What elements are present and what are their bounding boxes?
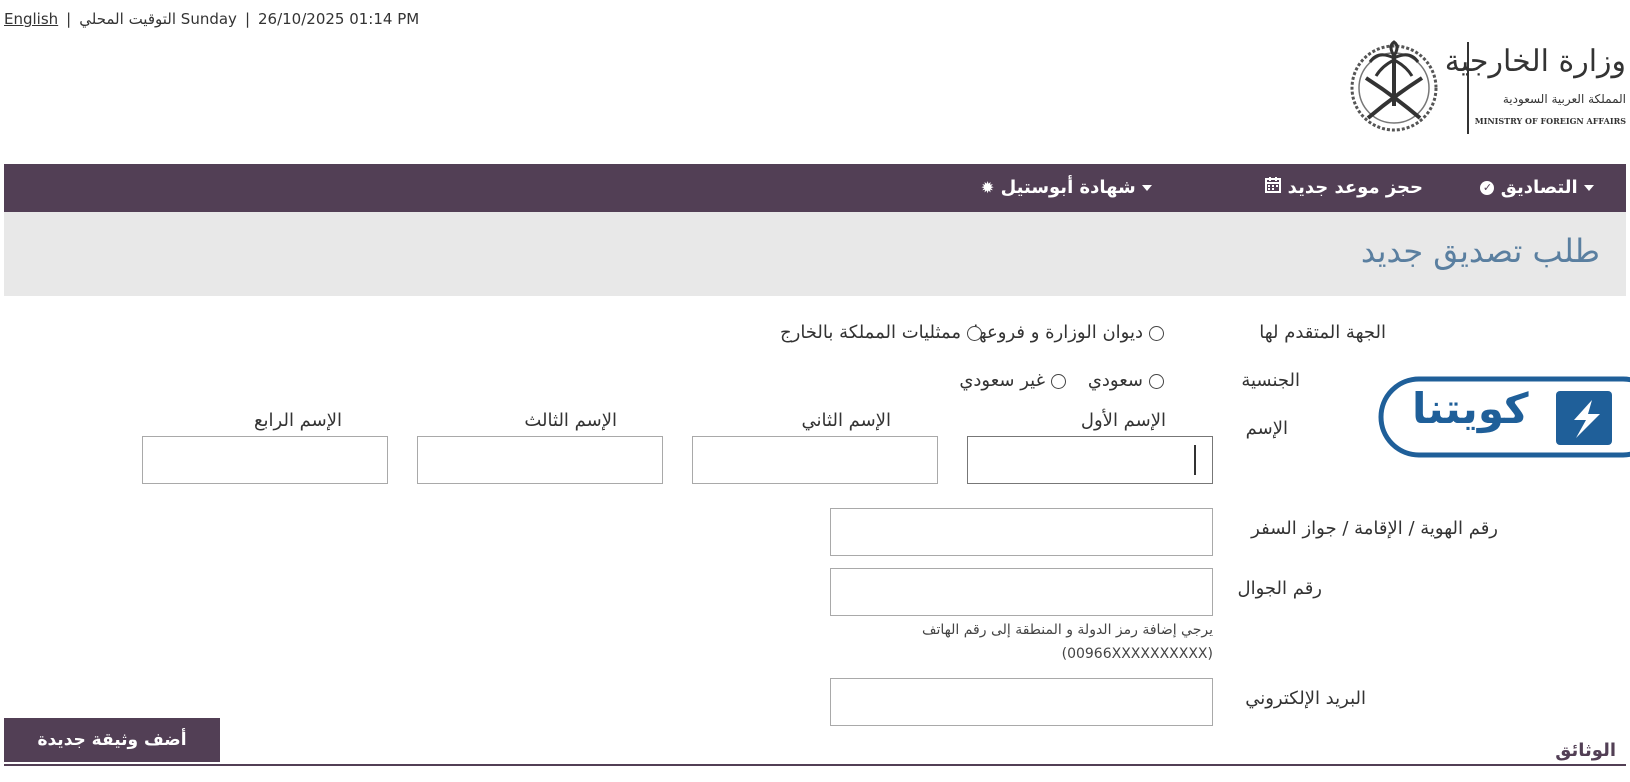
nationality-option-saudi[interactable]: سعودي	[1088, 370, 1164, 391]
separator: |	[66, 10, 72, 28]
third-name-input[interactable]	[417, 436, 663, 484]
name-label: الإسم	[1245, 418, 1288, 439]
authority-option-ministry[interactable]: ديوان الوزارة و فروعها	[973, 322, 1164, 343]
email-input[interactable]	[830, 678, 1213, 726]
nationality-option-label: غير سعودي	[959, 370, 1045, 391]
nav-apostille-label: شهادة أبوستيل	[1000, 177, 1136, 198]
authority-label: الجهة المتقدم لها	[1259, 322, 1386, 343]
certificate-icon: ✹	[980, 178, 995, 197]
page-title-band: طلب تصديق جديد	[4, 212, 1626, 296]
divider	[4, 764, 1626, 766]
nationality-option-non-saudi[interactable]: غير سعودي	[959, 370, 1066, 391]
mobile-format-hint: (00966XXXXXXXXXX)	[1061, 646, 1213, 662]
radio-button[interactable]	[1149, 373, 1164, 389]
mobile-hint: يرجي إضافة رمز الدولة و المنطقة إلى رقم …	[922, 622, 1213, 638]
radio-button[interactable]	[967, 325, 982, 341]
caret-down-icon	[1584, 185, 1594, 191]
second-name-label: الإسم الثاني	[801, 410, 891, 431]
local-time-label: التوقيت المحلي	[79, 10, 177, 28]
email-label: البريد الإلكتروني	[1245, 688, 1366, 709]
top-info-bar: English | التوقيت المحلي Sunday | 26/10/2025…	[4, 10, 419, 28]
fourth-name-input[interactable]	[142, 436, 388, 484]
calendar-icon	[1265, 164, 1282, 212]
mobile-input[interactable]	[830, 568, 1213, 616]
logo-arabic-title: وزارة الخارجية	[1444, 44, 1626, 79]
second-name-input[interactable]	[692, 436, 938, 484]
caret-down-icon	[1142, 185, 1152, 191]
nav-apostille[interactable]: ✹ شهادة أبوستيل	[975, 164, 1154, 212]
radio-button[interactable]	[1149, 325, 1164, 341]
nav-book-appointment-label: حجز موعد جديد	[1287, 177, 1423, 198]
logo-arabic-subtitle: المملكة العربية السعودية	[1502, 92, 1626, 106]
watermark-text: كويتنا	[1412, 384, 1529, 433]
nav-attestations-label: التصاديق	[1500, 177, 1578, 198]
separator: |	[244, 10, 250, 28]
watermark-logo: كويتنا	[1378, 376, 1630, 458]
nav-attestations[interactable]: ✓ التصاديق	[1474, 164, 1596, 212]
fourth-name-label: الإسم الرابع	[253, 410, 342, 431]
authority-option-label: ديوان الوزارة و فروعها	[973, 322, 1143, 343]
nationality-option-label: سعودي	[1087, 370, 1143, 391]
text-cursor	[1194, 445, 1196, 475]
radio-button[interactable]	[1051, 373, 1066, 389]
add-document-button[interactable]: أضف وثيقة جديدة	[4, 718, 220, 762]
first-name-label: الإسم الأول	[1080, 410, 1166, 431]
main-nav: ✓ التصاديق حجز موعد جديد ✹ شهادة أبوستيل	[4, 164, 1626, 212]
authority-option-missions[interactable]: ممثليات المملكة بالخارج	[780, 322, 982, 343]
english-language-link[interactable]: English	[4, 10, 58, 28]
ministry-logo: وزارة الخارجية المملكة العربية السعودية …	[1348, 36, 1628, 140]
id-number-input[interactable]	[830, 508, 1213, 556]
page-title: طلب تصديق جديد	[1360, 232, 1600, 270]
first-name-input[interactable]	[967, 436, 1213, 484]
third-name-label: الإسم الثالث	[524, 410, 617, 431]
id-number-label: رقم الهوية / الإقامة / جواز السفر	[1251, 518, 1498, 539]
day-label: Sunday	[180, 10, 237, 28]
datetime-label: 26/10/2025 01:14 PM	[258, 10, 420, 28]
mobile-label: رقم الجوال	[1237, 578, 1322, 599]
logo-english-subtitle: MINISTRY OF FOREIGN AFFAIRS	[1474, 116, 1626, 126]
authority-option-label: ممثليات المملكة بالخارج	[780, 322, 961, 343]
nav-book-appointment[interactable]: حجز موعد جديد	[1259, 164, 1423, 212]
nationality-label: الجنسية	[1241, 370, 1300, 391]
check-circle-icon: ✓	[1480, 181, 1495, 195]
documents-heading: الوثائق	[1555, 740, 1616, 761]
